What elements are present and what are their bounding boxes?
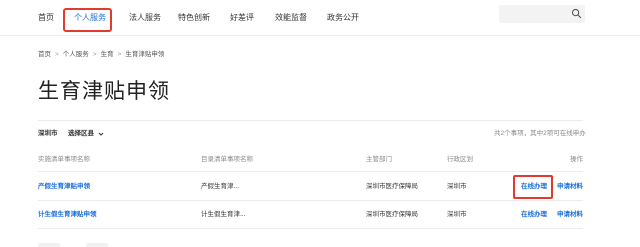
section-divider xyxy=(38,120,583,121)
application-materials-button[interactable]: 申请材料 xyxy=(557,182,583,192)
search-icon[interactable] xyxy=(571,8,582,19)
top-navigation: 首页 个人服务 法人服务 特色创新 好差评 效能监督 政务公开 xyxy=(0,0,640,36)
nav-item-government-affairs[interactable]: 政务公开 xyxy=(327,13,359,23)
table-divider xyxy=(38,171,583,172)
table-row-department: 深圳市医疗保障局 xyxy=(366,211,418,218)
column-header-department: 主管部门 xyxy=(366,156,392,163)
table-divider xyxy=(38,228,583,229)
breadcrumb-separator: > xyxy=(92,51,97,58)
breadcrumb-separator: > xyxy=(55,51,59,58)
application-materials-button[interactable]: 申请材料 xyxy=(557,210,583,220)
highlight-box-online-apply xyxy=(513,175,553,199)
table-divider xyxy=(38,200,583,201)
nav-item-featured-innovation[interactable]: 特色创新 xyxy=(178,13,210,23)
column-header-region: 行政区划 xyxy=(447,156,473,163)
nav-item-home[interactable]: 首页 xyxy=(38,13,54,23)
table-row-catalog-name: 计生假生育津... xyxy=(201,211,246,218)
breadcrumb-birth[interactable]: 生育 xyxy=(101,50,114,60)
breadcrumb-personal-services[interactable]: 个人服务 xyxy=(63,50,89,60)
pagination-button[interactable] xyxy=(86,243,108,247)
highlight-box-nav xyxy=(63,8,112,32)
table-row-catalog-name: 产假生育津... xyxy=(201,183,239,190)
online-apply-button[interactable]: 在线办理 xyxy=(521,210,547,220)
nav-item-efficiency-supervision[interactable]: 效能监督 xyxy=(275,13,307,23)
table-row-region: 深圳市 xyxy=(447,183,467,190)
result-summary: 共2个事项，其中2项可在线申办 xyxy=(494,130,586,137)
chevron-down-icon[interactable] xyxy=(98,131,104,137)
breadcrumb: 首页 > 个人服务 > 生育 > 生育津贴申领 xyxy=(38,50,164,60)
district-select[interactable]: 选择区县 xyxy=(68,129,94,139)
breadcrumb-current: 生育津贴申领 xyxy=(125,51,165,58)
city-filter[interactable]: 深圳市 xyxy=(38,129,58,139)
column-header-actions: 操作 xyxy=(570,156,583,163)
page-title: 生育津贴申领 xyxy=(38,80,170,103)
table-row-item-name[interactable]: 计生假生育津贴申领 xyxy=(38,210,97,220)
breadcrumb-separator: > xyxy=(117,51,122,58)
pagination-button[interactable] xyxy=(38,243,60,247)
column-header-catalog-item: 目录清单事项名称 xyxy=(201,156,253,163)
nav-item-legal-person-services[interactable]: 法人服务 xyxy=(129,13,161,23)
table-row-item-name[interactable]: 产假生育津贴申领 xyxy=(38,182,90,192)
nav-item-reviews[interactable]: 好差评 xyxy=(230,13,254,23)
column-header-implementation-item: 实施清单事项名称 xyxy=(38,156,90,163)
breadcrumb-home[interactable]: 首页 xyxy=(38,50,51,60)
table-row-region: 深圳市 xyxy=(447,211,467,218)
table-row-department: 深圳市医疗保障局 xyxy=(366,183,418,190)
